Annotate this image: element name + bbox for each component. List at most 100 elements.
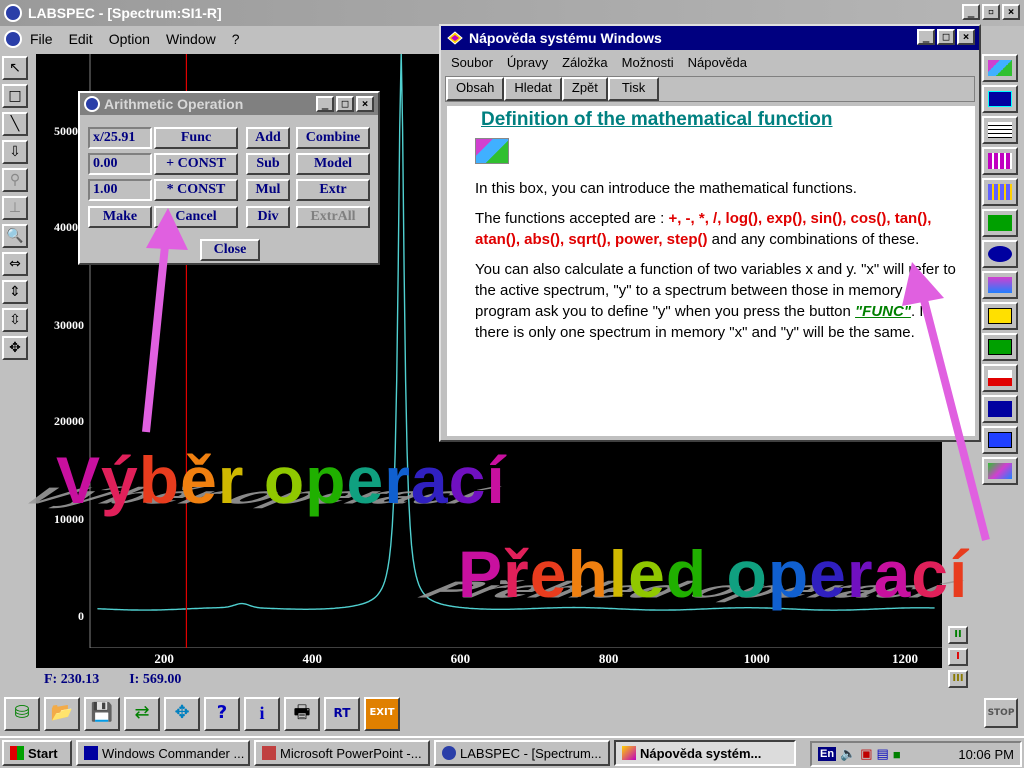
model-button[interactable]: Model <box>296 153 370 175</box>
info-icon[interactable]: i <box>244 697 280 731</box>
status-bar: F: 230.13 I: 569.00 <box>36 668 942 692</box>
tray-app-icon[interactable]: ▣ <box>860 746 872 762</box>
horizontal-resize-icon[interactable]: ⇔ <box>2 252 28 276</box>
rectangle-tool-icon[interactable]: □ <box>2 84 28 108</box>
add-button[interactable]: Add <box>246 127 290 149</box>
table-view-icon[interactable] <box>982 178 1018 206</box>
peak-tool-icon[interactable]: ⚲ <box>2 168 28 192</box>
close-button[interactable]: × <box>1002 4 1020 20</box>
vertical-shift-icon[interactable]: ⇳ <box>2 308 28 332</box>
func-link[interactable]: "FUNC" <box>855 303 911 320</box>
task-windows-commander[interactable]: Windows Commander ... <box>76 740 250 766</box>
main-titlebar: LABSPEC - [Spectrum:SI1-R] _ ▫ × <box>0 0 1024 26</box>
mul-const-field[interactable]: 1.00 <box>88 179 152 201</box>
caption-letter: l <box>608 537 629 611</box>
fourier-transform-icon[interactable] <box>982 302 1018 330</box>
speaker-icon[interactable]: 🔈 <box>840 746 856 762</box>
zpet-button[interactable]: Zpět <box>561 77 608 101</box>
filter-icon[interactable] <box>982 333 1018 361</box>
language-indicator[interactable]: En <box>818 747 837 761</box>
tisk-button[interactable]: Tisk <box>607 77 660 101</box>
dialog-minimize-button[interactable]: _ <box>316 96 334 112</box>
exit-icon[interactable]: EXIT <box>364 697 400 731</box>
math-function-icon[interactable] <box>982 54 1018 82</box>
menu-help[interactable]: ? <box>232 31 240 47</box>
close-dialog-button[interactable]: Close <box>200 239 260 261</box>
functions-lead: The functions accepted are : <box>475 210 669 227</box>
task-labspec[interactable]: LABSPEC - [Spectrum... <box>434 740 610 766</box>
question-icon[interactable]: ? <box>204 697 240 731</box>
transfer-icon[interactable]: ⇄ <box>124 697 160 731</box>
basket-icon[interactable]: ⛁ <box>4 697 40 731</box>
save-icon[interactable]: 💾 <box>84 697 120 731</box>
zoom-icon[interactable]: 🔍 <box>2 224 28 248</box>
print-icon[interactable]: 🖶 <box>284 697 320 731</box>
wave-icon[interactable] <box>982 209 1018 237</box>
menu-option[interactable]: Option <box>109 31 150 47</box>
obsah-button[interactable]: Obsah <box>446 77 505 101</box>
pointer-tool-icon[interactable]: ↖ <box>2 56 28 80</box>
help-menu-upravy[interactable]: Úpravy <box>507 55 548 70</box>
cancel-button[interactable]: Cancel <box>154 206 238 228</box>
hledat-button[interactable]: Hledat <box>504 77 562 101</box>
move-icon[interactable]: ✥ <box>2 336 28 360</box>
add-const-field[interactable]: 0.00 <box>88 153 152 175</box>
stop-button[interactable]: STOP <box>984 698 1018 728</box>
menu-window[interactable]: Window <box>166 31 216 47</box>
menu-file[interactable]: File <box>30 31 53 47</box>
baseline-icon[interactable] <box>982 364 1018 392</box>
system-tray: En 🔈 ▣ ▤ ■ 10:06 PM <box>810 741 1022 767</box>
grid-view-icon[interactable] <box>982 147 1018 175</box>
make-button[interactable]: Make <box>88 206 152 228</box>
dialog-close-button[interactable]: × <box>356 96 374 112</box>
peak-search-icon[interactable] <box>982 240 1018 268</box>
task-powerpoint[interactable]: Microsoft PowerPoint -... <box>254 740 430 766</box>
side-control-pause[interactable]: II <box>948 626 968 644</box>
move-arrows-icon[interactable]: ✥ <box>164 697 200 731</box>
spectrum-view-icon[interactable] <box>982 85 1018 113</box>
labspec-app-icon[interactable] <box>4 4 22 22</box>
menu-edit[interactable]: Edit <box>69 31 93 47</box>
multi-peak-icon[interactable] <box>982 395 1018 423</box>
sub-button[interactable]: Sub <box>246 153 290 175</box>
start-button[interactable]: Start <box>2 740 72 766</box>
tray-app3-icon[interactable]: ■ <box>893 747 901 762</box>
function-field[interactable]: x/25.91 <box>88 127 152 149</box>
help-minimize-button[interactable]: _ <box>917 29 935 45</box>
help-close-button[interactable]: × <box>957 29 975 45</box>
list-view-icon[interactable] <box>982 116 1018 144</box>
help-book-icon <box>622 746 636 760</box>
open-file-icon[interactable]: 📂 <box>44 697 80 731</box>
caption-letter: p <box>305 443 347 517</box>
task-label: Microsoft PowerPoint -... <box>280 745 422 761</box>
dialog-maximize-button[interactable]: □ <box>336 96 354 112</box>
func-button[interactable]: Func <box>154 127 238 149</box>
help-menu-zalozka[interactable]: Záložka <box>562 55 608 70</box>
baseline-tool-icon[interactable]: ⊥ <box>2 196 28 220</box>
tray-app2-icon[interactable]: ▤ <box>877 746 889 762</box>
combine-button[interactable]: Combine <box>296 127 370 149</box>
arrow-down-tool-icon[interactable]: ⇩ <box>2 140 28 164</box>
minimize-button[interactable]: _ <box>962 4 980 20</box>
extrall-button[interactable]: ExtrAll <box>296 206 370 228</box>
side-control-stop[interactable]: I <box>948 648 968 666</box>
help-menu-soubor[interactable]: Soubor <box>451 55 493 70</box>
line-tool-icon[interactable]: ╲ <box>2 112 28 136</box>
document-menu-icon[interactable] <box>4 30 22 48</box>
help-menu-napoveda[interactable]: Nápověda <box>688 55 747 70</box>
mul-button[interactable]: Mul <box>246 179 290 201</box>
help-maximize-button[interactable]: □ <box>937 29 955 45</box>
side-control-play[interactable]: III <box>948 670 968 688</box>
network-icon[interactable] <box>982 426 1018 454</box>
restore-button[interactable]: ▫ <box>982 4 1000 20</box>
div-button[interactable]: Div <box>246 206 290 228</box>
add-const-button[interactable]: + CONST <box>154 153 238 175</box>
rt-icon[interactable]: RT <box>324 697 360 731</box>
mul-const-button[interactable]: * CONST <box>154 179 238 201</box>
help-menu-moznosti[interactable]: Možnosti <box>622 55 674 70</box>
task-help[interactable]: Nápověda systém... <box>614 740 796 766</box>
mountain-icon[interactable] <box>982 457 1018 485</box>
peaks-fit-icon[interactable] <box>982 271 1018 299</box>
extr-button[interactable]: Extr <box>296 179 370 201</box>
vertical-resize-icon[interactable]: ⇕ <box>2 280 28 304</box>
